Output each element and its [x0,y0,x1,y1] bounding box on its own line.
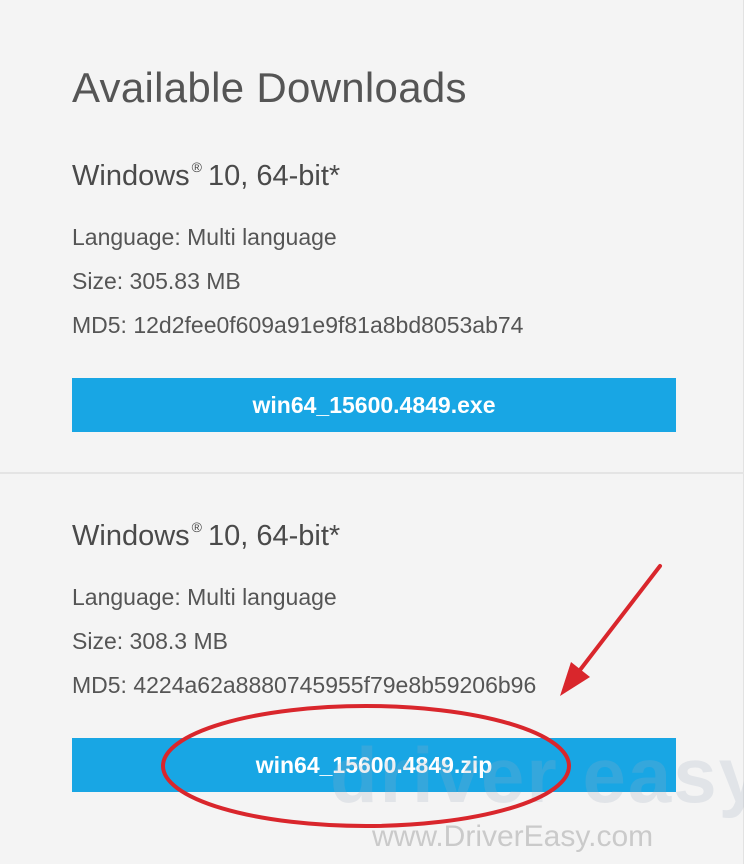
download-section: Windows ® 10, 64-bit* Language: Multi lang… [0,150,744,470]
registered-mark: ® [191,159,202,176]
os-version: 10, 64-bit* [207,160,341,192]
size-info: Size: 308.3 MB [72,628,228,654]
os-name: Windows [72,520,190,552]
watermark-url: www.DriverEasy.com [372,820,654,853]
section-divider [0,472,744,474]
size-info: Size: 305.83 MB [72,268,241,294]
md5-info: MD5: 4224a62a8880745955f79e8b59206b96 [72,672,537,698]
os-title: Windows ® 10, 64-bit* [72,159,341,193]
language-info: Language: Multi language [72,224,337,250]
watermark-logo: driver easy [330,731,744,819]
page-title: Available Downloads [72,64,467,111]
md5-info: MD5: 12d2fee0f609a91e9f81a8bd8053ab74 [72,312,524,338]
language-info: Language: Multi language [72,584,337,610]
os-name: Windows [72,160,190,192]
os-title: Windows ® 10, 64-bit* [72,519,341,553]
os-version: 10, 64-bit* [207,520,341,552]
downloads-panel: Available Downloads Windows ® 10, 64-bit* … [0,0,744,864]
registered-mark: ® [191,519,202,536]
download-exe-button[interactable]: win64_15600.4849.exe [72,378,676,432]
